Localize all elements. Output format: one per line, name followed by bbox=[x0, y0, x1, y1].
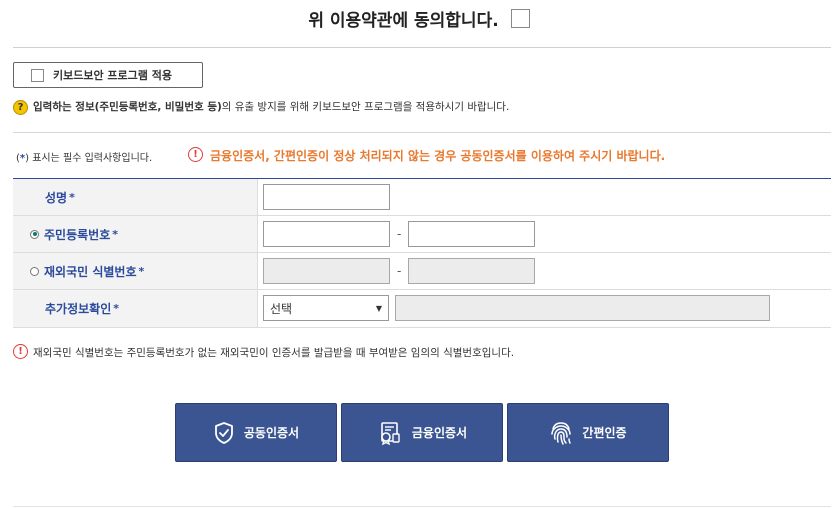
foreign-label: 재외국민 식별번호 * bbox=[30, 253, 144, 289]
form-label-cell: 추가정보확인 * bbox=[13, 290, 258, 327]
warning-icon: ! bbox=[188, 147, 203, 162]
keyboard-security-label: 키보드보안 프로그램 적용 bbox=[53, 69, 172, 82]
foreign-radio[interactable] bbox=[30, 266, 39, 276]
shield-check-icon bbox=[214, 421, 233, 444]
chevron-down-icon: ▼ bbox=[375, 303, 382, 313]
divider bbox=[13, 132, 831, 133]
identity-form: 성명 * 주민등록번호 * - 재외국민 식별번호 * - 추가정보확인 * 선… bbox=[13, 178, 831, 328]
form-row-name: 성명 * bbox=[13, 179, 831, 216]
foreign-dash: - bbox=[397, 264, 402, 278]
form-row-extra: 추가정보확인 * 선택 ▼ bbox=[13, 290, 831, 328]
required-star: * bbox=[113, 302, 120, 315]
divider bbox=[13, 506, 831, 507]
certificate-warning-text: 금융인증서, 간편인증이 정상 처리되지 않는 경우 공동인증서를 이용하여 주… bbox=[210, 149, 666, 163]
joint-certificate-button[interactable]: 공동인증서 bbox=[175, 403, 337, 462]
form-row-resident: 주민등록번호 * - bbox=[13, 216, 831, 253]
required-note: (*) 표시는 필수 입력사항입니다. bbox=[16, 149, 152, 164]
extra-label-text: 추가정보확인 bbox=[45, 302, 112, 316]
resident-dash: - bbox=[397, 227, 402, 241]
financial-certificate-button[interactable]: 금융인증서 bbox=[341, 403, 503, 462]
simple-auth-label: 간편인증 bbox=[582, 426, 627, 440]
divider bbox=[13, 47, 831, 48]
required-star: * bbox=[69, 190, 75, 204]
required-star: * bbox=[112, 227, 119, 241]
keyboard-info-bold: 입력하는 정보(주민등록번호, 비밀번호 등) bbox=[33, 101, 222, 113]
form-label-cell: 성명 * bbox=[13, 179, 258, 215]
extra-info-select-value: 선택 bbox=[270, 301, 293, 316]
simple-auth-button[interactable]: 간편인증 bbox=[507, 403, 669, 462]
warning-icon: ! bbox=[13, 344, 28, 359]
resident-label-text: 주민등록번호 bbox=[44, 227, 111, 242]
foreign-id-note: 재외국민 식별번호는 주민등록번호가 없는 재외국민이 인증서를 발급받을 때 … bbox=[33, 347, 515, 359]
foreign-number-front-input[interactable] bbox=[263, 258, 390, 284]
resident-label: 주민등록번호 * bbox=[30, 216, 118, 252]
name-label-text: 성명 bbox=[45, 190, 68, 205]
extra-info-select[interactable]: 선택 ▼ bbox=[263, 295, 389, 321]
required-star: * bbox=[138, 264, 145, 278]
resident-radio[interactable] bbox=[30, 229, 39, 239]
resident-number-front-input[interactable] bbox=[263, 221, 390, 247]
joint-certificate-label: 공동인증서 bbox=[243, 426, 300, 440]
form-label-cell: 주민등록번호 * bbox=[13, 216, 258, 252]
required-note-suffix: ) 표시는 필수 입력사항입니다. bbox=[25, 153, 153, 164]
keyboard-security-button[interactable]: 키보드보안 프로그램 적용 bbox=[13, 62, 203, 88]
foreign-label-text: 재외국민 식별번호 bbox=[44, 264, 137, 279]
form-row-foreign: 재외국민 식별번호 * - bbox=[13, 253, 831, 290]
name-label: 성명 * bbox=[45, 179, 75, 215]
foreign-number-back-input[interactable] bbox=[408, 258, 535, 284]
extra-info-input[interactable] bbox=[395, 295, 770, 321]
agree-row: 위 이용약관에 동의합니다. bbox=[0, 0, 838, 36]
keyboard-info-text: 입력하는 정보(주민등록번호, 비밀번호 등)의 유출 방지를 위해 키보드보안… bbox=[33, 100, 509, 115]
agree-checkbox[interactable] bbox=[510, 8, 530, 28]
resident-number-back-input[interactable] bbox=[408, 221, 535, 247]
certificate-icon bbox=[381, 421, 400, 445]
agree-label: 위 이용약관에 동의합니다. bbox=[308, 10, 499, 31]
keyboard-security-checkbox[interactable] bbox=[31, 68, 44, 82]
question-icon: ? bbox=[13, 100, 28, 115]
financial-certificate-label: 금융인증서 bbox=[411, 426, 468, 440]
fingerprint-icon bbox=[551, 421, 572, 445]
name-input[interactable] bbox=[263, 184, 390, 210]
extra-label: 추가정보확인 * bbox=[45, 290, 119, 327]
keyboard-info-rest: 의 유출 방지를 위해 키보드보안 프로그램을 적용하시기 바랍니다. bbox=[221, 101, 510, 113]
form-label-cell: 재외국민 식별번호 * bbox=[13, 253, 258, 289]
